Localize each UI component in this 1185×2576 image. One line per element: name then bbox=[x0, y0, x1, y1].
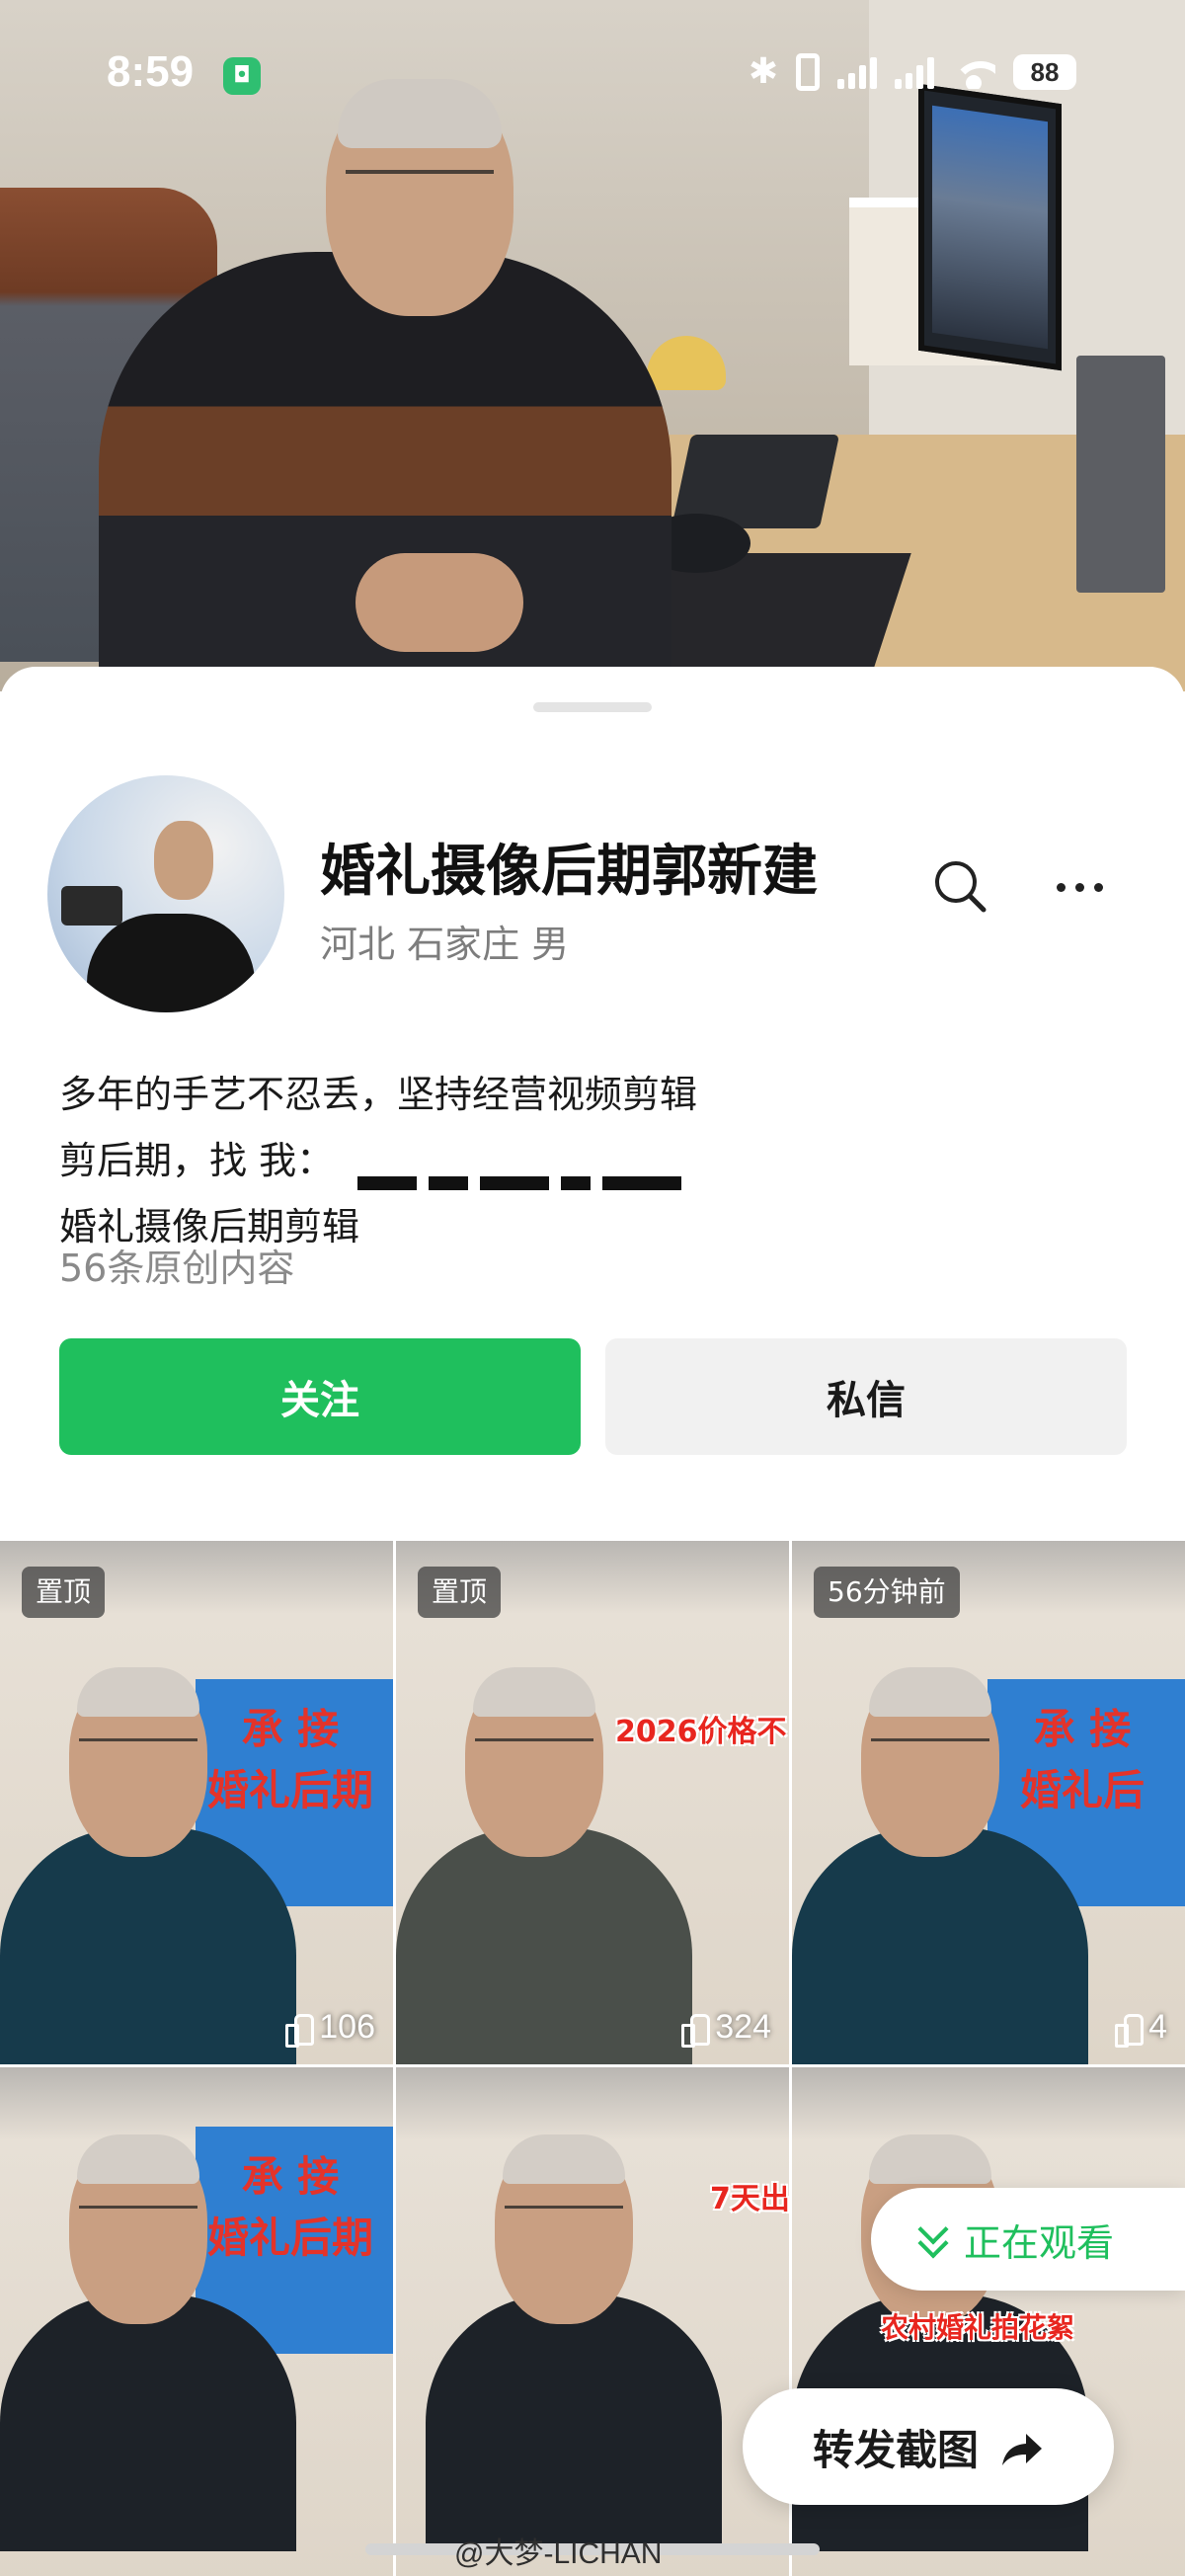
glasses bbox=[79, 1738, 198, 1758]
wifi-icon bbox=[952, 55, 995, 89]
video-thumbnail[interactable]: 承 接 婚礼后期 置顶 106 bbox=[0, 1541, 393, 2064]
banner-text: 承 接 婚礼后期 bbox=[206, 1705, 373, 1814]
bluetooth-icon: ✱ bbox=[748, 51, 778, 92]
person-body bbox=[426, 2294, 722, 2551]
status-time: 8:59 bbox=[107, 47, 195, 96]
mi-home-icon: ◘ bbox=[223, 57, 261, 95]
overlay-text: 农村婚礼拍花絮 bbox=[881, 2311, 1075, 2344]
person-body bbox=[396, 1827, 692, 2064]
now-watching-label: 正在观看 bbox=[964, 2220, 1115, 2265]
overlay-text: 7天出 bbox=[710, 2182, 789, 2216]
person-body bbox=[0, 1827, 296, 2064]
time-badge: 56分钟前 bbox=[814, 1567, 960, 1618]
fruit-bowl bbox=[647, 336, 726, 390]
more-button[interactable] bbox=[1045, 854, 1114, 920]
speaker bbox=[1076, 356, 1165, 593]
profile-bio: 多年的手艺不忍丢，坚持经营视频剪辑 剪后期，找 我： 婚礼摄像后期剪辑 bbox=[59, 1062, 1126, 1260]
like-icon bbox=[285, 2013, 315, 2048]
avatar[interactable] bbox=[47, 775, 284, 1012]
like-value: 324 bbox=[715, 2008, 771, 2046]
bio-line: 多年的手艺不忍丢，坚持经营视频剪辑 bbox=[59, 1073, 698, 1116]
like-icon bbox=[681, 2013, 711, 2048]
signal-icon bbox=[837, 55, 877, 89]
search-icon bbox=[935, 861, 987, 913]
avatar-body bbox=[87, 914, 255, 1012]
like-count: 324 bbox=[681, 2008, 771, 2048]
person-body bbox=[792, 1827, 1088, 2064]
person-hair bbox=[869, 1667, 991, 1717]
vibrate-icon bbox=[796, 52, 820, 91]
signal-icon bbox=[895, 55, 934, 89]
video-thumbnail[interactable]: 7天出 bbox=[396, 2067, 789, 2576]
person-hair bbox=[869, 2134, 991, 2184]
search-button[interactable] bbox=[928, 854, 993, 920]
more-icon bbox=[1056, 882, 1066, 892]
battery-indicator: 88 bbox=[1013, 53, 1076, 90]
sheet-grabber[interactable] bbox=[533, 702, 652, 712]
person-hair bbox=[503, 2134, 625, 2184]
hand bbox=[356, 553, 523, 652]
like-value: 106 bbox=[319, 2008, 375, 2046]
person-hair bbox=[473, 1667, 595, 1717]
glasses bbox=[871, 1738, 989, 1758]
pinned-badge: 置顶 bbox=[418, 1567, 502, 1618]
banner-text: 承 接 婚礼后 bbox=[1019, 1705, 1145, 1814]
video-thumbnail[interactable]: 承 接 婚礼后期 bbox=[0, 2067, 393, 2576]
share-screenshot-button[interactable]: 转发截图 bbox=[743, 2388, 1114, 2505]
profile-region: 河北 石家庄 男 bbox=[320, 923, 570, 966]
bio-contact-label: 剪后期，找 我： bbox=[59, 1139, 335, 1182]
avatar-camera bbox=[61, 886, 122, 926]
person-hair bbox=[77, 2134, 199, 2184]
banner-text: 承 接 婚礼后期 bbox=[206, 2152, 373, 2262]
glasses bbox=[475, 1738, 593, 1758]
pinned-badge: 置顶 bbox=[22, 1567, 106, 1618]
share-label: 转发截图 bbox=[812, 2425, 979, 2474]
glasses bbox=[346, 170, 494, 203]
status-bar: 8:59 ◘ ✱ 88 bbox=[0, 0, 1185, 148]
person-body bbox=[0, 2294, 296, 2551]
like-count: 4 bbox=[1115, 2008, 1167, 2048]
chevron-down-icon bbox=[918, 2224, 948, 2254]
message-button[interactable]: 私信 bbox=[605, 1338, 1127, 1455]
status-icons: ✱ 88 bbox=[749, 51, 1076, 92]
avatar-head bbox=[154, 821, 213, 900]
watermark: @大梦-LICHAN bbox=[454, 2537, 663, 2570]
glasses bbox=[505, 2206, 623, 2225]
follow-button[interactable]: 关注 bbox=[59, 1338, 581, 1455]
bio-line: 剪后期，找 我： bbox=[59, 1128, 1126, 1194]
like-count: 106 bbox=[285, 2008, 375, 2048]
like-value: 4 bbox=[1148, 2008, 1167, 2046]
overlay-text: 2026价格不 bbox=[615, 1715, 787, 1749]
original-count: 56条原创内容 bbox=[59, 1247, 295, 1290]
now-watching-button[interactable]: 正在观看 bbox=[871, 2188, 1185, 2291]
share-arrow-icon bbox=[1000, 2429, 1044, 2465]
video-thumbnail[interactable]: 2026价格不 置顶 324 bbox=[396, 1541, 789, 2064]
redacted-contact bbox=[352, 1149, 687, 1190]
glasses bbox=[79, 2206, 198, 2225]
person-hair bbox=[77, 1667, 199, 1717]
video-thumbnail[interactable]: 承 接 婚礼后 56分钟前 4 bbox=[792, 1541, 1185, 2064]
like-icon bbox=[1115, 2013, 1145, 2048]
profile-name: 婚礼摄像后期郭新建 bbox=[320, 840, 818, 904]
